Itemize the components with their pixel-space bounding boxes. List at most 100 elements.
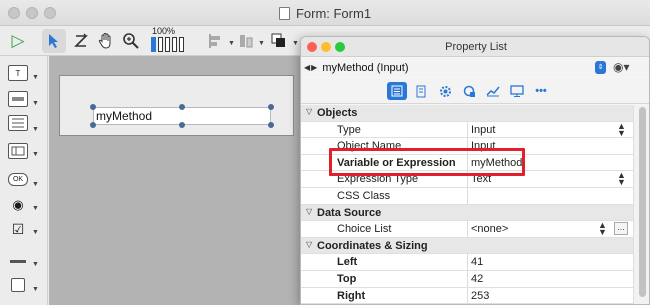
tab-chart[interactable] — [483, 82, 503, 100]
dropdown-glyph — [10, 259, 26, 263]
resize-handle[interactable] — [179, 122, 185, 128]
selected-object-name: myMethod (Input) — [322, 61, 409, 74]
ellipsis-button[interactable]: … — [614, 222, 628, 236]
page-icon — [416, 85, 426, 97]
column-separator — [467, 121, 468, 138]
property-value[interactable]: 41 — [471, 256, 483, 268]
scrollbar-thumb[interactable] — [639, 107, 646, 297]
view-bar[interactable] — [165, 37, 170, 52]
listbox-tool-dropdown-icon[interactable]: ▼ — [32, 151, 39, 158]
object-selector[interactable]: ◀▶ myMethod (Input) ⇕ ◉▾ — [301, 58, 649, 77]
resize-handle[interactable] — [90, 122, 96, 128]
property-value[interactable]: <none> — [471, 223, 508, 235]
property-row-right[interactable]: Right 253 — [301, 287, 633, 304]
object-popup-stepper-icon[interactable]: ⇕ — [595, 61, 606, 74]
popup-stepper-icon[interactable]: ▲ ▼ — [598, 221, 607, 237]
popup-stepper-icon[interactable]: ▲ ▼ — [617, 121, 626, 137]
collapse-caret-icon[interactable]: ▽ — [306, 207, 312, 216]
text-tool-glyph: T — [15, 68, 21, 78]
list-tool-icon[interactable] — [8, 115, 28, 131]
property-list-title-bar: Property List — [301, 37, 649, 57]
palette-icon — [463, 85, 475, 97]
input-tool-icon[interactable] — [8, 91, 28, 107]
list-tool-dropdown-icon[interactable]: ▼ — [32, 126, 39, 133]
view-bar[interactable] — [151, 37, 156, 52]
column-separator — [467, 271, 468, 287]
property-row-top[interactable]: Top 42 — [301, 271, 633, 288]
resize-handle[interactable] — [268, 104, 274, 110]
property-row-left[interactable]: Left 41 — [301, 254, 633, 271]
list-glyph — [12, 118, 24, 128]
resize-handle[interactable] — [179, 104, 185, 110]
list-view-icon — [391, 85, 403, 97]
rectangle-tool-dropdown-icon[interactable]: ▼ — [32, 286, 39, 293]
group-data-source[interactable]: ▽ Data Source — [301, 204, 633, 222]
view-bar[interactable] — [179, 37, 184, 52]
listbox-tool-icon[interactable] — [8, 143, 28, 159]
tab-all-properties[interactable] — [387, 82, 407, 100]
button-tool-glyph: OK — [12, 176, 24, 183]
property-row-type[interactable]: Type Input ▲ ▼ — [301, 121, 633, 139]
zoom-tool-icon[interactable] — [120, 29, 142, 53]
group-coordinates-sizing[interactable]: ▽ Coordinates & Sizing — [301, 237, 633, 255]
prev-next-arrows-icon[interactable]: ◀▶ — [304, 63, 318, 72]
arrow-cursor-icon — [49, 34, 58, 48]
align-dropdown-icon[interactable]: ▼ — [228, 40, 235, 47]
more-tabs-icon[interactable]: ••• — [531, 82, 551, 100]
tab-appearance[interactable] — [459, 82, 479, 100]
dropdown-tool-icon[interactable] — [8, 253, 28, 269]
eye-icon[interactable]: ◉▾ — [613, 60, 630, 74]
group-label: Coordinates & Sizing — [317, 239, 428, 252]
property-list-scrollbar[interactable] — [633, 105, 649, 304]
property-value[interactable]: 253 — [471, 290, 489, 302]
property-label: CSS Class — [337, 190, 391, 202]
property-list-title: Property List — [445, 41, 507, 53]
dropdown-tool-dropdown-icon[interactable]: ▼ — [32, 261, 39, 268]
view-bar[interactable] — [158, 37, 163, 52]
resize-handle[interactable] — [90, 104, 96, 110]
monitor-icon — [510, 85, 524, 97]
radio-tool-dropdown-icon[interactable]: ▼ — [32, 205, 39, 212]
window-title: Form: Form1 — [295, 5, 372, 21]
property-row-css-class[interactable]: CSS Class — [301, 188, 633, 205]
property-row-choice-list[interactable]: Choice List <none> ▲ ▼ … — [301, 221, 633, 238]
app-window: Form: Form1 ▷ 100% ▼ ▼ ▼ T ▼ ▼ ▼ ▼ OK ▼ … — [0, 0, 650, 305]
button-tool-dropdown-icon[interactable]: ▼ — [32, 181, 39, 188]
rectangle-tool-icon[interactable] — [11, 278, 25, 292]
align-icon[interactable] — [206, 29, 226, 53]
property-label: Right — [337, 289, 366, 302]
resize-handle[interactable] — [268, 122, 274, 128]
property-label: Choice List — [337, 223, 392, 236]
property-value[interactable]: 42 — [471, 273, 483, 285]
view-bar[interactable] — [172, 37, 177, 52]
input-tool-dropdown-icon[interactable]: ▼ — [32, 100, 39, 107]
popup-stepper-icon[interactable]: ▲ ▼ — [617, 171, 626, 187]
level-dropdown-icon[interactable]: ▼ — [292, 40, 299, 47]
run-icon[interactable]: ▷ — [6, 29, 30, 53]
checkbox-tool-icon[interactable]: ☑ — [8, 221, 28, 237]
group-objects[interactable]: ▽ Objects — [301, 105, 633, 122]
input-glyph — [12, 97, 24, 101]
text-tool-icon[interactable]: T — [8, 65, 28, 81]
tab-objects[interactable] — [411, 82, 431, 100]
reorder-icon[interactable] — [70, 29, 92, 53]
property-tabs: ••• — [301, 78, 649, 104]
move-tool-icon[interactable] — [95, 29, 117, 53]
checkbox-tool-dropdown-icon[interactable]: ▼ — [32, 229, 39, 236]
distribute-icon[interactable] — [236, 29, 256, 53]
gear-icon — [439, 85, 451, 97]
collapse-caret-icon[interactable]: ▽ — [306, 107, 312, 116]
hand-icon — [98, 32, 111, 49]
radio-tool-icon[interactable]: ◉ — [8, 197, 28, 213]
distribute-dropdown-icon[interactable]: ▼ — [258, 40, 265, 47]
level-icon[interactable] — [268, 29, 290, 53]
tab-display[interactable] — [507, 82, 527, 100]
button-tool-icon[interactable]: OK — [8, 173, 28, 186]
tab-events[interactable] — [435, 82, 455, 100]
view-bars-icon[interactable] — [151, 37, 184, 52]
collapse-caret-icon[interactable]: ▽ — [306, 240, 312, 249]
arrow-tool-icon[interactable] — [42, 29, 66, 53]
form-area[interactable]: myMethod — [59, 75, 294, 136]
text-tool-dropdown-icon[interactable]: ▼ — [32, 74, 39, 81]
property-value[interactable]: Input — [471, 124, 495, 136]
